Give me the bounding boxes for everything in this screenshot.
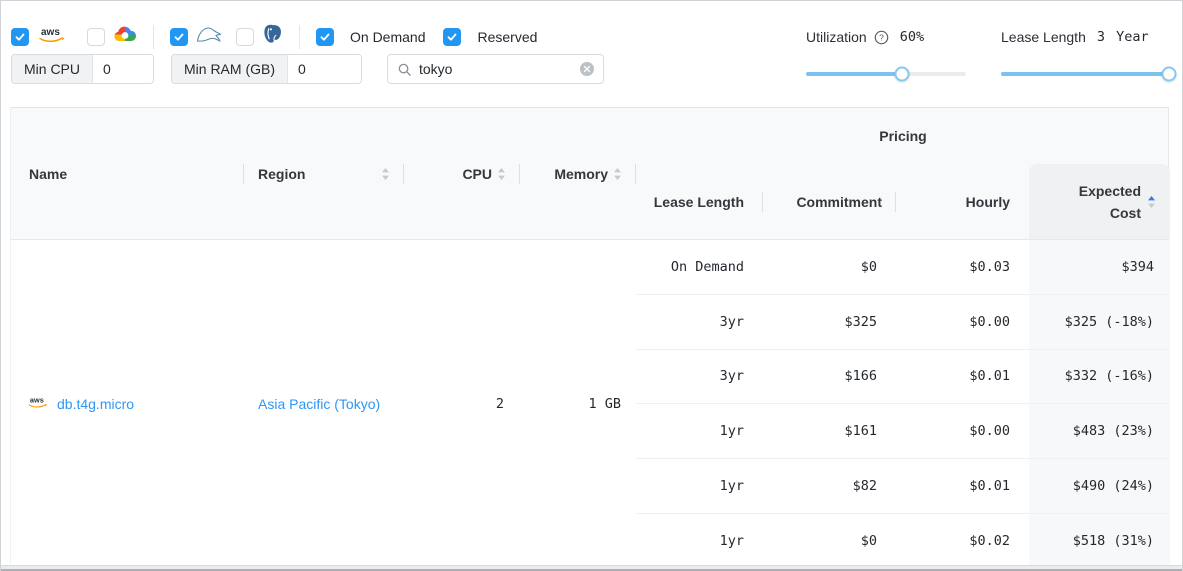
utilization-label: Utilization: [806, 29, 867, 45]
divider: [153, 25, 154, 49]
column-header-memory[interactable]: Memory: [520, 108, 636, 239]
hourly-cell: $0.03: [896, 240, 1029, 295]
pricing-table: Name Region CPU Memory Pricing Lease Len…: [10, 107, 1169, 569]
search-control: [387, 54, 604, 84]
aws-logo: aws: [37, 25, 67, 49]
divider: [299, 25, 300, 49]
slider-thumb[interactable]: [895, 67, 910, 82]
lease-cell: 3yr: [636, 350, 763, 405]
check-icon: [173, 31, 185, 43]
commitment-cell: $0: [763, 514, 896, 569]
expected-cost-cell: $332 (-16%): [1029, 350, 1170, 405]
utilization-slider[interactable]: [806, 67, 966, 81]
lease-cell: 1yr: [636, 514, 763, 569]
gcp-checkbox[interactable]: [87, 28, 105, 46]
commitment-cell: $82: [763, 459, 896, 514]
svg-text:aws: aws: [41, 27, 60, 38]
column-header-lease-length: Lease Length: [636, 164, 763, 239]
on-demand-label: On Demand: [350, 29, 425, 45]
pricing-group-header: Pricing: [636, 108, 1170, 164]
commitment-cell: $325: [763, 295, 896, 350]
sort-asc-icon: [1147, 195, 1156, 209]
lease-cell: 3yr: [636, 295, 763, 350]
min-ram-input[interactable]: [288, 55, 361, 83]
region-cell: Asia Pacific (Tokyo): [244, 240, 404, 569]
postgresql-elephant-icon: [262, 24, 283, 50]
utilization-value: 60%: [900, 29, 924, 45]
lease-length-slider[interactable]: [1001, 67, 1169, 81]
expected-cost-cell: $490 (24%): [1029, 459, 1170, 514]
cloud-pricing-app: aws: [0, 0, 1183, 571]
column-header-cpu[interactable]: CPU: [404, 108, 520, 239]
check-icon: [446, 31, 458, 43]
search-input[interactable]: [419, 61, 580, 77]
expected-cost-cell: $518 (31%): [1029, 514, 1170, 569]
table-body: aws db.t4g.micro Asia Pacific (Tokyo) 2 …: [10, 240, 1169, 569]
mysql-dolphin-icon: [196, 26, 222, 49]
sort-icon: [613, 167, 622, 181]
svg-text:?: ?: [879, 32, 884, 42]
check-icon: [319, 31, 331, 43]
google-cloud-logo: [113, 26, 137, 48]
table-header: Name Region CPU Memory Pricing Lease Len…: [10, 107, 1169, 240]
horizontal-scrollbar[interactable]: [1, 565, 1182, 571]
lease-length-value: 3 Year: [1097, 29, 1149, 45]
sort-icon: [381, 167, 390, 181]
hourly-cell: $0.01: [896, 459, 1029, 514]
cpu-cell: 2: [404, 240, 520, 569]
lease-cell: 1yr: [636, 459, 763, 514]
postgresql-checkbox[interactable]: [236, 28, 254, 46]
utilization-slider-group: Utilization ? 60%: [806, 29, 966, 81]
aws-icon: aws: [27, 395, 49, 414]
min-cpu-label: Min CPU: [12, 55, 93, 83]
lease-cell: 1yr: [636, 404, 763, 459]
numeric-filter-row: Min CPU Min RAM (GB): [11, 54, 604, 84]
reserved-checkbox[interactable]: [443, 28, 461, 46]
check-icon: [14, 31, 26, 43]
column-header-region[interactable]: Region: [244, 108, 404, 239]
sort-icon: [497, 167, 506, 181]
expected-cost-cell: $483 (23%): [1029, 404, 1170, 459]
on-demand-checkbox[interactable]: [316, 28, 334, 46]
min-cpu-control: Min CPU: [11, 54, 154, 84]
mysql-checkbox[interactable]: [170, 28, 188, 46]
commitment-cell: $161: [763, 404, 896, 459]
region-link[interactable]: Asia Pacific (Tokyo): [258, 396, 380, 412]
reserved-label: Reserved: [477, 29, 537, 45]
commitment-cell: $0: [763, 240, 896, 295]
min-ram-label: Min RAM (GB): [172, 55, 288, 83]
slider-thumb[interactable]: [1162, 67, 1177, 82]
hourly-cell: $0.02: [896, 514, 1029, 569]
search-icon: [397, 62, 412, 77]
lease-cell: On Demand: [636, 240, 763, 295]
svg-text:aws: aws: [30, 395, 44, 404]
hourly-cell: $0.00: [896, 295, 1029, 350]
column-header-expected-cost[interactable]: Expected Cost: [1029, 164, 1170, 239]
expected-cost-cell: $394: [1029, 240, 1170, 295]
help-icon[interactable]: ?: [874, 30, 889, 45]
expected-cost-cell: $325 (-18%): [1029, 295, 1170, 350]
slider-fill: [806, 72, 902, 76]
hourly-cell: $0.01: [896, 350, 1029, 405]
clear-icon[interactable]: [580, 62, 594, 76]
filter-toolbar: aws: [1, 1, 1182, 107]
lease-length-label: Lease Length: [1001, 29, 1086, 45]
instance-name-link[interactable]: db.t4g.micro: [57, 396, 134, 412]
provider-filter-row: aws: [11, 24, 537, 50]
aws-checkbox[interactable]: [11, 28, 29, 46]
lease-length-slider-group: Lease Length 3 Year: [1001, 29, 1169, 81]
hourly-cell: $0.00: [896, 404, 1029, 459]
column-header-hourly: Hourly: [896, 164, 1029, 239]
instance-name-cell: aws db.t4g.micro: [11, 240, 244, 569]
memory-cell: 1 GB: [520, 240, 636, 569]
slider-fill: [1001, 72, 1169, 76]
min-ram-control: Min RAM (GB): [171, 54, 362, 84]
min-cpu-input[interactable]: [93, 55, 153, 83]
column-header-name: Name: [11, 108, 244, 239]
commitment-cell: $166: [763, 350, 896, 405]
column-header-commitment: Commitment: [763, 164, 896, 239]
